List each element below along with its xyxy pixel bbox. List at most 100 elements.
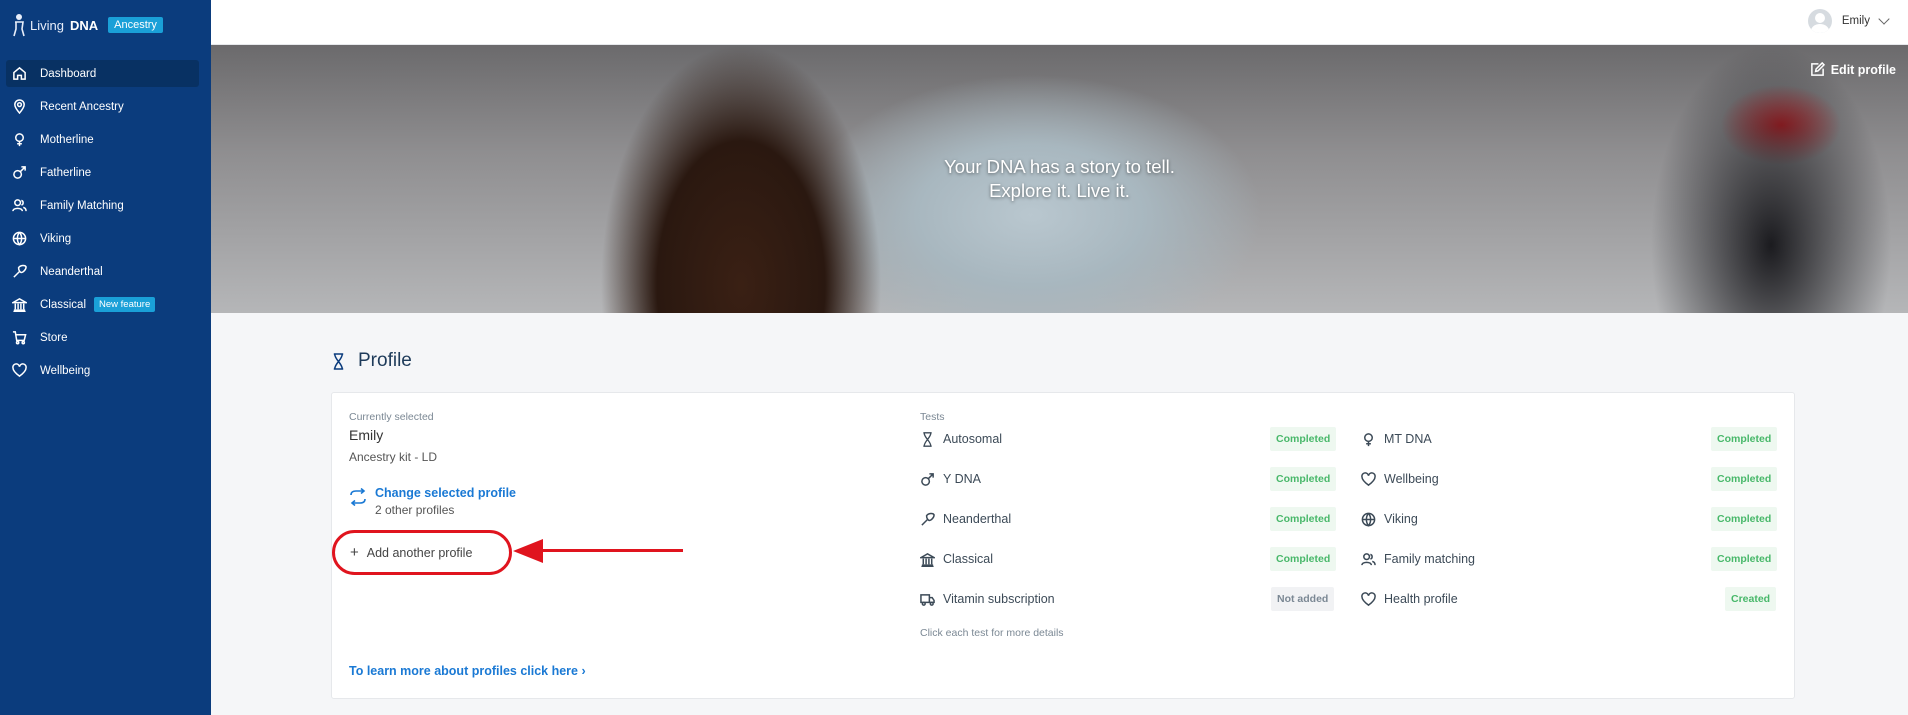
status-badge: Not added <box>1271 587 1335 611</box>
tests-label: Tests <box>920 411 945 423</box>
sidebar-item-recent-ancestry[interactable]: Recent Ancestry <box>6 93 199 120</box>
dna-icon <box>333 352 344 370</box>
edit-profile-button[interactable]: Edit profile <box>1810 62 1896 77</box>
map-pin-icon <box>12 99 27 114</box>
sidebar-item-classical[interactable]: Classical New feature <box>6 291 199 318</box>
learn-more-label: To learn more about profiles click here <box>349 664 578 678</box>
test-classical[interactable]: Classical <box>920 546 993 572</box>
top-bar: Emily <box>211 0 1908 45</box>
logo[interactable]: Living DNA Ancestry <box>12 10 163 40</box>
test-wellbeing[interactable]: Wellbeing <box>1361 466 1439 492</box>
sidebar-item-label: Family Matching <box>40 199 124 212</box>
female-symbol-icon <box>12 132 27 147</box>
male-symbol-icon <box>12 165 27 180</box>
heart-icon <box>12 363 27 378</box>
test-name: Classical <box>943 552 994 566</box>
chevron-right-icon: › <box>581 664 586 678</box>
heart-icon <box>1361 471 1376 487</box>
sidebar: Living DNA Ancestry Dashboard Recent Anc… <box>0 0 211 715</box>
test-name: Wellbeing <box>1384 472 1439 486</box>
club-icon <box>920 512 935 527</box>
status-badge: Completed <box>1270 467 1337 491</box>
sidebar-item-label: Recent Ancestry <box>40 100 124 113</box>
status-badge: Created <box>1725 587 1777 611</box>
dna-icon <box>920 431 935 447</box>
edit-profile-label: Edit profile <box>1830 62 1896 77</box>
page-title: Profile <box>358 350 412 371</box>
sidebar-item-neanderthal[interactable]: Neanderthal <box>6 258 199 285</box>
sidebar-item-motherline[interactable]: Motherline <box>6 126 199 153</box>
sidebar-item-label: Viking <box>40 232 72 245</box>
hero-banner: Your DNA has a story to tell. Explore it… <box>211 45 1908 313</box>
test-name: Autosomal <box>943 432 1003 446</box>
test-name: MT DNA <box>1384 432 1432 446</box>
heart-icon <box>1361 591 1376 607</box>
test-name: Viking <box>1384 512 1418 526</box>
hero-line-2: Explore it. Live it. <box>989 180 1130 201</box>
sidebar-item-dashboard[interactable]: Dashboard <box>6 60 199 87</box>
change-profile: Change selected profile 2 other profiles <box>349 486 516 517</box>
test-name: Neanderthal <box>943 512 1012 526</box>
annotation-arrow-head <box>513 539 543 563</box>
selected-profile-name: Emily <box>349 427 384 443</box>
test-name: Vitamin subscription <box>943 592 1055 606</box>
selected-profile-kit: Ancestry kit - LD <box>349 450 438 464</box>
globe-icon <box>12 231 27 246</box>
avatar <box>1807 9 1832 33</box>
sidebar-item-label: Classical <box>40 298 87 311</box>
profile-card: Currently selected Emily Ancestry kit - … <box>331 392 1795 699</box>
users-icon <box>12 198 27 213</box>
sidebar-item-wellbeing[interactable]: Wellbeing <box>6 357 199 384</box>
test-name: Y DNA <box>943 472 981 486</box>
sidebar-item-label: Wellbeing <box>40 364 91 377</box>
edit-icon <box>1810 62 1825 76</box>
sidebar-item-label: Neanderthal <box>40 265 103 278</box>
female-symbol-icon <box>1361 432 1376 447</box>
hero-line-1: Your DNA has a story to tell. <box>944 156 1175 177</box>
profile-heading: Profile <box>331 350 412 372</box>
annotation-arrow-line <box>540 549 683 552</box>
globe-icon <box>1361 512 1376 527</box>
other-profiles-count: 2 other profiles <box>375 503 455 517</box>
new-feature-badge: New feature <box>94 297 156 312</box>
tests-hint: Click each test for more details <box>920 627 1064 639</box>
temple-icon <box>920 552 935 567</box>
test-health-profile[interactable]: Health profile <box>1361 586 1458 612</box>
sidebar-item-label: Dashboard <box>40 67 97 80</box>
sidebar-item-fatherline[interactable]: Fatherline <box>6 159 199 186</box>
user-menu[interactable]: Emily <box>1807 9 1890 33</box>
learn-more-link[interactable]: To learn more about profiles click here … <box>349 664 586 678</box>
test-family-matching[interactable]: Family matching <box>1361 546 1475 572</box>
annotation-highlight-ring <box>332 530 512 575</box>
status-badge: Completed <box>1711 507 1778 531</box>
status-badge: Completed <box>1270 507 1337 531</box>
test-mt-dna[interactable]: MT DNA <box>1361 426 1432 452</box>
users-icon <box>1361 552 1376 567</box>
test-y-dna[interactable]: Y DNA <box>920 466 981 492</box>
test-name: Health profile <box>1384 592 1458 606</box>
status-badge: Completed <box>1711 547 1778 571</box>
status-badge: Completed <box>1270 427 1337 451</box>
person-logo-icon <box>12 13 26 37</box>
logo-badge: Ancestry <box>108 17 163 33</box>
currently-selected-label: Currently selected <box>349 411 434 423</box>
sidebar-item-family-matching[interactable]: Family Matching <box>6 192 199 219</box>
sidebar-item-label: Fatherline <box>40 166 92 179</box>
test-viking[interactable]: Viking <box>1361 506 1418 532</box>
status-badge: Completed <box>1711 427 1778 451</box>
logo-dna: DNA <box>69 17 99 33</box>
change-selected-profile-link[interactable]: Change selected profile <box>375 486 516 500</box>
sidebar-item-viking[interactable]: Viking <box>6 225 199 252</box>
test-vitamin-subscription[interactable]: Vitamin subscription <box>920 586 1055 612</box>
hero-tagline: Your DNA has a story to tell. Explore it… <box>211 155 1908 203</box>
swap-icon <box>350 488 366 506</box>
status-badge: Completed <box>1711 467 1778 491</box>
test-autosomal[interactable]: Autosomal <box>920 426 1002 452</box>
logo-living: Living <box>30 17 64 33</box>
sidebar-item-store[interactable]: Store <box>6 324 199 351</box>
cart-icon <box>12 330 27 345</box>
home-icon <box>12 66 27 81</box>
test-neanderthal[interactable]: Neanderthal <box>920 506 1011 532</box>
temple-icon <box>12 297 27 312</box>
male-symbol-icon <box>920 472 935 487</box>
